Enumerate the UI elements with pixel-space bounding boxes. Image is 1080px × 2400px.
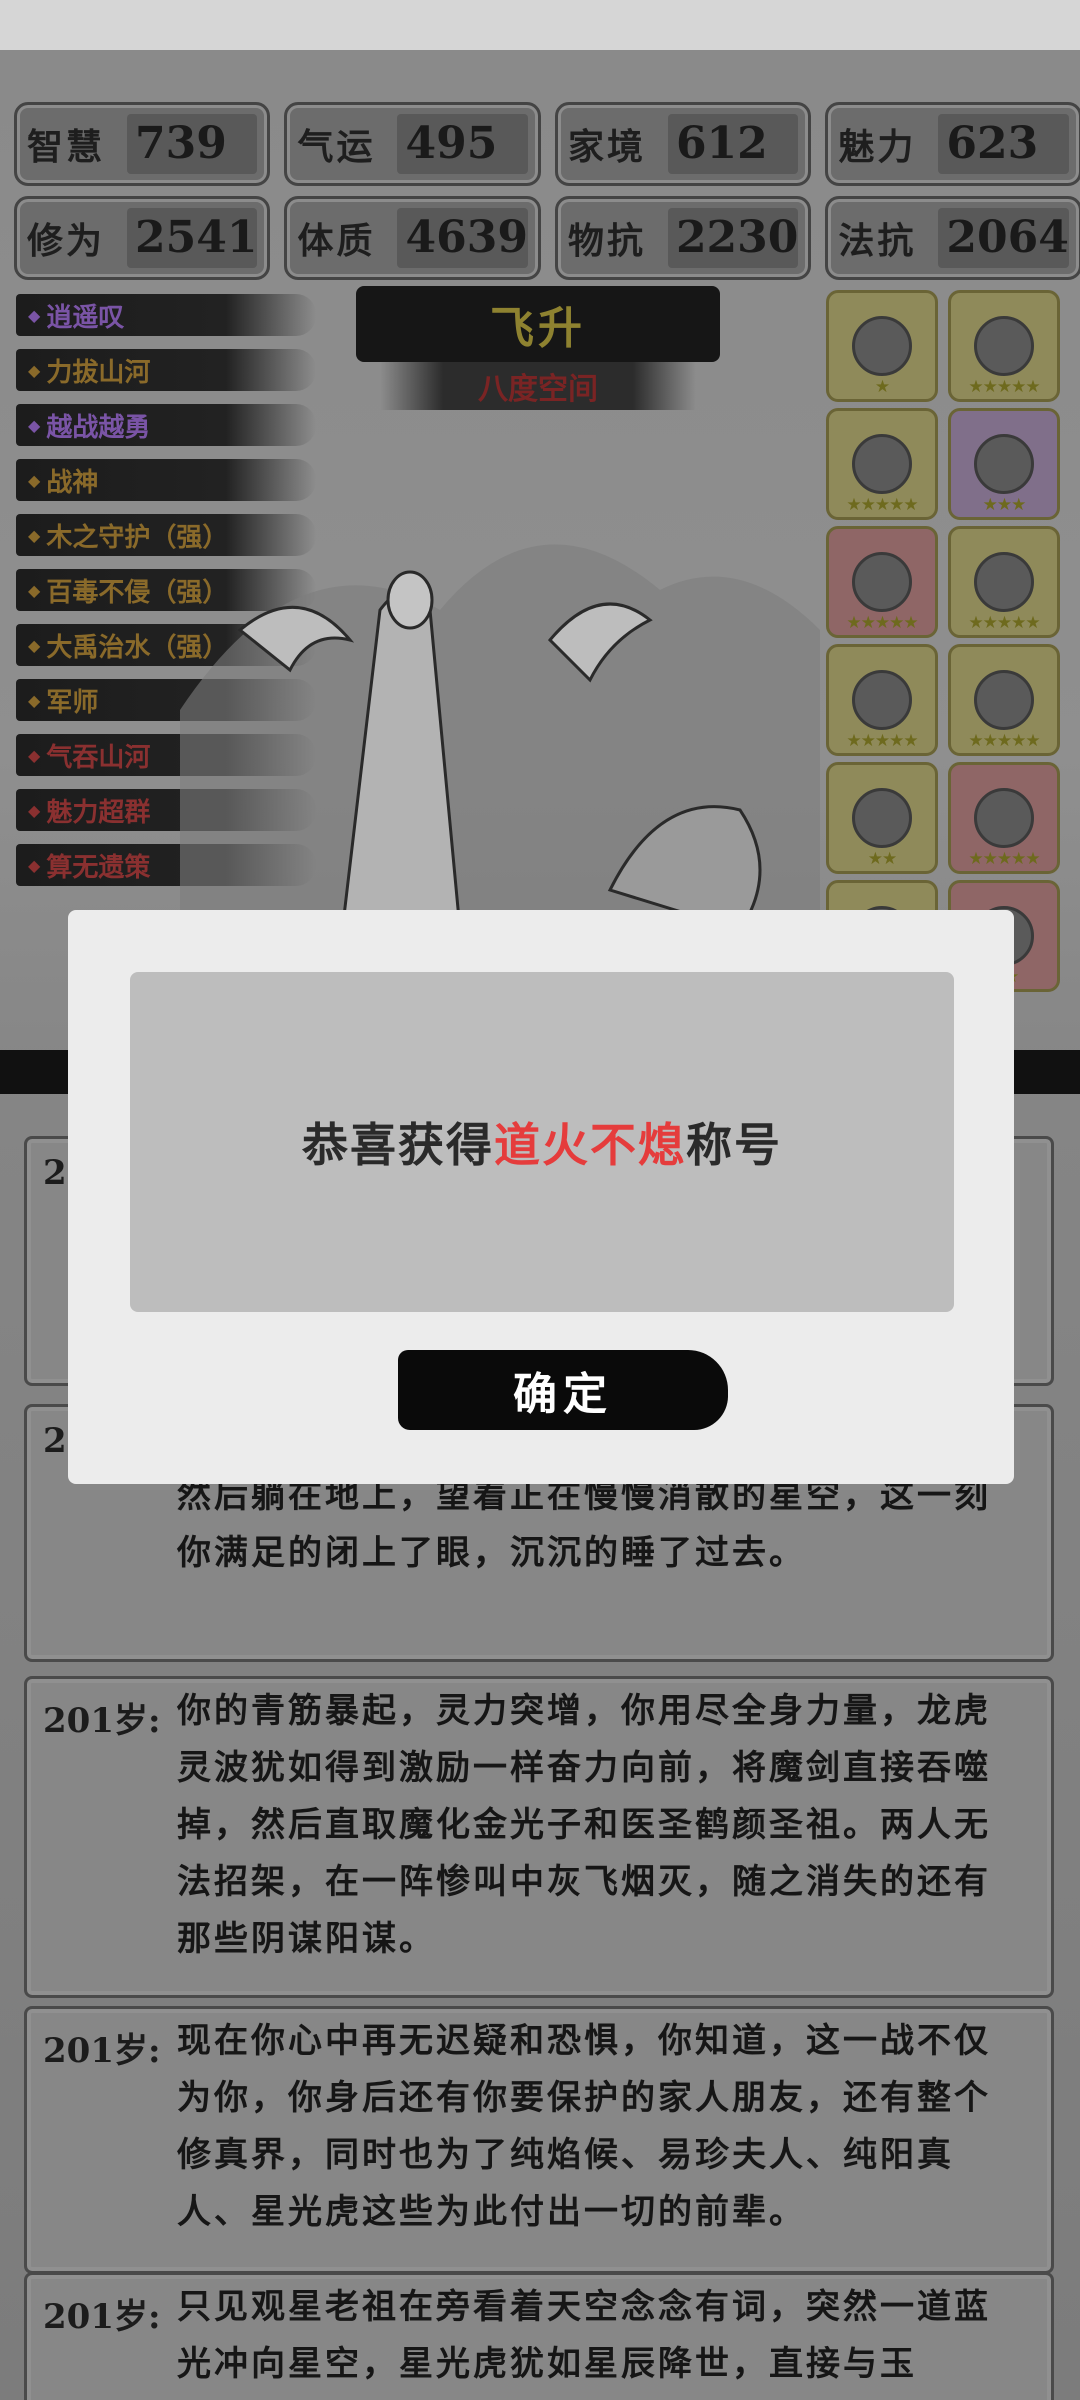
reward-prefix: 恭喜获得 xyxy=(302,1118,494,1172)
modal-overlay: 恭喜获得 道火不熄 称号 确定 xyxy=(0,0,1080,2400)
reward-dialog: 恭喜获得 道火不熄 称号 确定 xyxy=(68,910,1014,1484)
reward-message: 恭喜获得 道火不熄 称号 xyxy=(130,972,954,1312)
reward-title-name: 道火不熄 xyxy=(494,1118,686,1172)
reward-suffix: 称号 xyxy=(686,1118,782,1172)
confirm-button[interactable]: 确定 xyxy=(398,1350,728,1430)
